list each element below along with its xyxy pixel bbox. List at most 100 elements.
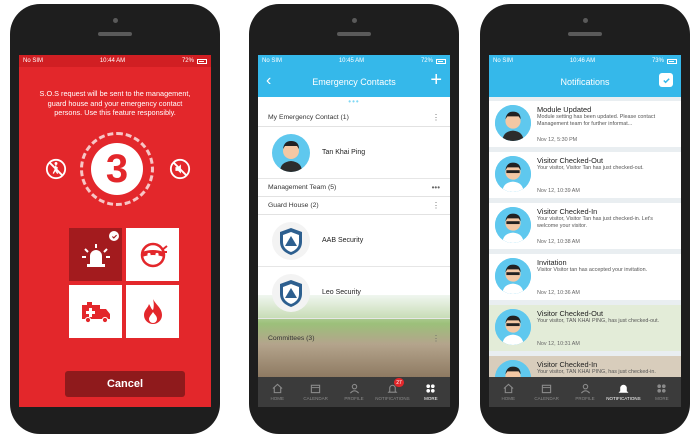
camera-dot [112, 18, 118, 23]
tab-more[interactable]: MORE [412, 377, 450, 407]
notification-body: Module setting has been updated. Please … [537, 114, 656, 127]
mark-all-read-icon[interactable] [659, 73, 673, 87]
page-title: Emergency Contacts [312, 77, 396, 87]
camera-dot [582, 18, 588, 23]
app-header: No SIM 10:46 AM 73% Notifications [489, 55, 681, 97]
notification-count-badge: 27 [394, 378, 404, 387]
tab-calendar[interactable]: CALENDAR [527, 377, 565, 407]
phone-notifications: No SIM 10:46 AM 73% Notifications Module… [480, 4, 690, 434]
bottom-tab-bar: HOME CALENDAR PROFILE NOTIFICATIONS 27 M… [258, 377, 450, 407]
carrier-label: No SIM [493, 58, 514, 64]
avatar [495, 258, 531, 294]
status-bar: No SIM 10:46 AM 73% [489, 55, 681, 67]
battery-percent: 72% [420, 58, 433, 64]
alarm-tile[interactable] [69, 228, 122, 281]
notification-item[interactable]: Visitor Checked-In Your visitor, Visitor… [489, 203, 681, 249]
notification-title: Visitor Checked-In [537, 360, 598, 369]
tab-home[interactable]: HOME [489, 377, 527, 407]
tab-label: HOME [270, 396, 284, 401]
phone-sos: No SIM 10:44 AM 72% S.O.S request will b… [10, 4, 220, 434]
ambulance-tile[interactable] [69, 285, 122, 338]
tab-home[interactable]: HOME [258, 377, 296, 407]
notification-item[interactable]: Module Updated Module setting has been u… [489, 101, 681, 147]
tab-label: CALENDAR [303, 396, 328, 401]
tab-notifications[interactable]: NOTIFICATIONS [604, 377, 642, 407]
ambulance-icon [81, 301, 110, 323]
tab-label: CALENDAR [534, 396, 559, 401]
notification-item[interactable]: Visitor Checked-Out Your visitor, Visito… [489, 152, 681, 198]
back-chevron-icon[interactable]: ‹ [266, 72, 271, 90]
notification-item[interactable]: Visitor Checked-Out Your visitor, TAN KH… [489, 305, 681, 351]
countdown-number: 3 [105, 146, 129, 191]
emergency-type-grid [69, 228, 181, 338]
avatar [495, 105, 531, 141]
plus-icon[interactable]: + [430, 69, 442, 92]
carrier-label: No SIM [262, 58, 283, 64]
notification-time: Nov 12, 10:31 AM [537, 341, 580, 347]
notification-body: Your visitor, Visitor Tan has just check… [537, 216, 653, 229]
status-time: 10:45 AM [338, 58, 365, 64]
page-title: Notifications [560, 77, 610, 87]
tab-calendar[interactable]: CALENDAR [296, 377, 334, 407]
tab-profile[interactable]: PROFILE [335, 377, 373, 407]
notification-title: Visitor Checked-Out [537, 309, 603, 318]
vertical-dots-icon[interactable]: ⋮ [432, 113, 440, 122]
profile-icon [349, 383, 359, 394]
tab-notifications[interactable]: NOTIFICATIONS 27 [373, 377, 411, 407]
bottom-tab-bar: HOME CALENDAR PROFILE NOTIFICATIONS MORE [489, 377, 681, 407]
vertical-dots-icon[interactable]: ⋮ [432, 334, 440, 343]
ellipsis-icon[interactable]: ••• [432, 183, 440, 192]
contact-name: Tan Khai Ping [322, 149, 366, 156]
battery-percent: 73% [651, 58, 664, 64]
avatar [272, 133, 310, 172]
section-label: Management Team (5) [268, 184, 337, 191]
contact-row-guard[interactable]: AAB Security [258, 215, 450, 267]
countdown-ring: 3 [80, 131, 154, 206]
avatar [495, 207, 531, 243]
contact-row-guard[interactable]: Leo Security [258, 267, 450, 319]
burglar-icon [140, 242, 168, 267]
notification-body: Your visitor, TAN KHAI PING, has just ch… [537, 318, 660, 324]
notification-body: Your visitor, Visitor Tan has just check… [537, 165, 644, 171]
sos-screen: No SIM 10:44 AM 72% S.O.S request will b… [19, 55, 211, 407]
ellipsis-icon: ••• [348, 97, 360, 106]
tab-label: MORE [424, 396, 438, 401]
section-guard-house[interactable]: Guard House (2) ⋮ [258, 197, 450, 215]
carrier-label: No SIM [23, 58, 44, 64]
tab-label: MORE [655, 396, 669, 401]
notification-item[interactable]: Invitation Visitor Visitor tan has accep… [489, 254, 681, 300]
mute-icon[interactable] [169, 158, 191, 180]
calendar-icon [541, 384, 552, 394]
status-time: 10:44 AM [99, 58, 126, 64]
battery-icon [666, 58, 677, 64]
section-management[interactable]: Management Team (5) ••• [258, 179, 450, 197]
more-grid-icon [426, 384, 435, 393]
no-walking-icon[interactable] [45, 158, 67, 180]
vertical-dots-icon[interactable]: ⋮ [432, 201, 440, 210]
status-bar: No SIM 10:44 AM 72% [19, 55, 211, 67]
section-committees[interactable]: Committees (3) ⋮ [258, 329, 450, 347]
fire-tile[interactable] [126, 285, 179, 338]
tab-profile[interactable]: PROFILE [566, 377, 604, 407]
contacts-screen: No SIM 10:45 AM 72% ‹ Emergency Contacts… [258, 55, 450, 407]
cancel-button[interactable]: Cancel [65, 371, 185, 397]
shield-logo-icon [272, 273, 310, 312]
status-bar: No SIM 10:45 AM 72% [258, 55, 450, 67]
tab-more[interactable]: MORE [643, 377, 681, 407]
tab-label: NOTIFICATIONS [375, 396, 410, 401]
app-header: No SIM 10:45 AM 72% ‹ Emergency Contacts… [258, 55, 450, 97]
shield-logo-icon [272, 221, 310, 260]
burglar-tile[interactable] [126, 228, 179, 281]
notification-title: Invitation [537, 258, 567, 267]
phone-emergency-contacts: No SIM 10:45 AM 72% ‹ Emergency Contacts… [249, 4, 459, 434]
contact-name: Leo Security [322, 289, 361, 296]
battery-icon [196, 58, 207, 64]
notification-title: Visitor Checked-Out [537, 156, 603, 165]
battery-percent: 72% [181, 58, 194, 64]
contact-row-personal[interactable]: Tan Khai Ping [258, 127, 450, 179]
section-my-emergency[interactable]: My Emergency Contact (1) ⋮ [258, 109, 450, 127]
speaker-grille [337, 32, 371, 36]
status-time: 10:46 AM [569, 58, 596, 64]
camera-dot [351, 18, 357, 23]
home-icon [272, 383, 283, 394]
